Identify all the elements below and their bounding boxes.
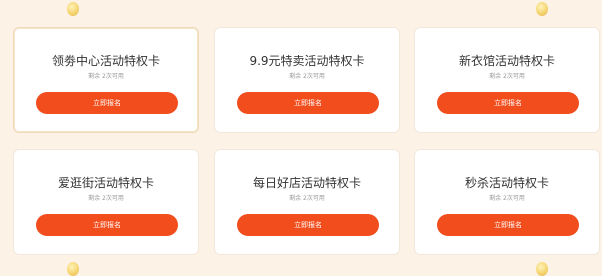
- card-remaining-uses: 剩余 2次可用: [88, 195, 124, 202]
- coin-decoration-icon: [536, 2, 548, 16]
- card-title: 领劵中心活动特权卡: [51, 54, 160, 68]
- privilege-card-special-sale: 9.9元特卖活动特权卡 剩余 2次可用 立即报名: [214, 27, 400, 133]
- signup-button[interactable]: 立即报名: [437, 214, 579, 236]
- card-remaining-uses: 剩余 2次可用: [289, 73, 325, 80]
- card-remaining-uses: 剩余 2次可用: [289, 195, 325, 202]
- card-title: 9.9元特卖活动特权卡: [249, 54, 365, 68]
- signup-button[interactable]: 立即报名: [437, 92, 579, 114]
- signup-button[interactable]: 立即报名: [237, 214, 379, 236]
- signup-button[interactable]: 立即报名: [237, 92, 379, 114]
- privilege-card-flash-sale: 秒杀活动特权卡 剩余 2次可用 立即报名: [414, 149, 600, 255]
- card-remaining-uses: 剩余 2次可用: [88, 73, 124, 80]
- coin-decoration-icon: [536, 262, 548, 276]
- card-title: 爱逛街活动特权卡: [57, 176, 154, 190]
- coin-decoration-icon: [67, 262, 79, 276]
- card-title: 新衣馆活动特权卡: [458, 54, 555, 68]
- privilege-card-daily-shop: 每日好店活动特权卡 剩余 2次可用 立即报名: [214, 149, 400, 255]
- coin-decoration-icon: [67, 2, 79, 16]
- card-remaining-uses: 剩余 2次可用: [489, 73, 525, 80]
- signup-button[interactable]: 立即报名: [36, 214, 178, 236]
- privilege-card-new-clothing: 新衣馆活动特权卡 剩余 2次可用 立即报名: [414, 27, 600, 133]
- privilege-card-coupon-center: 领劵中心活动特权卡 剩余 2次可用 立即报名: [13, 27, 199, 133]
- privilege-card-shopping: 爱逛街活动特权卡 剩余 2次可用 立即报名: [13, 149, 199, 255]
- signup-button[interactable]: 立即报名: [36, 92, 178, 114]
- card-title: 每日好店活动特权卡: [252, 176, 361, 190]
- card-title: 秒杀活动特权卡: [464, 176, 549, 190]
- card-remaining-uses: 剩余 2次可用: [489, 195, 525, 202]
- privilege-card-page: { "cards": [ {"title": "领劵中心活动特权卡", "rem…: [0, 0, 602, 276]
